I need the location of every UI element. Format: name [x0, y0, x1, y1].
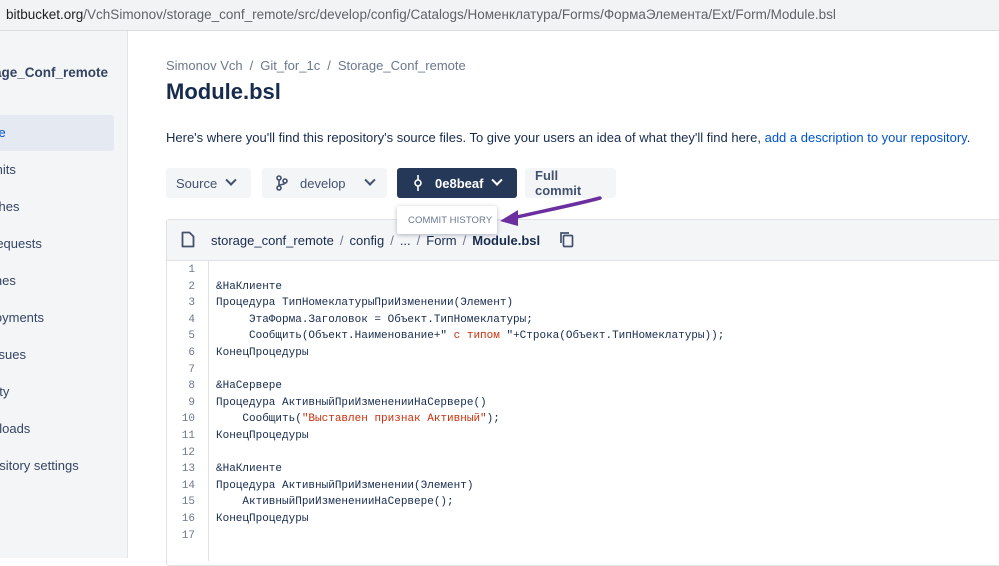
line-number-gutter: 1 2 3 4 5 6 7 8 9 10 11 12 13 14 15 16 17: [167, 261, 209, 561]
code-line: Процедура ТипНомеклатурыПриИзменении(Эле…: [216, 297, 514, 310]
chevron-down-icon: [225, 174, 237, 186]
breadcrumb-link-owner[interactable]: Simonov Vch: [166, 58, 243, 73]
code-line: Процедура АктивныйПриИзменении(Элемент): [216, 479, 474, 492]
line-number[interactable]: 17: [182, 530, 195, 542]
line-number[interactable]: 8: [188, 380, 195, 392]
code-line: Сообщить("Выставлен признак Активный");: [216, 413, 500, 426]
commit-history-tooltip[interactable]: COMMIT HISTORY: [397, 206, 497, 234]
line-number[interactable]: 1: [188, 264, 195, 276]
line-number[interactable]: 10: [182, 413, 195, 425]
sidebar-item-pipelines[interactable]: ines: [0, 263, 114, 299]
file-viewer: storage_conf_remote / config /... / Form / Modu…: [166, 219, 999, 566]
code-line: &НаКлиенте: [216, 463, 283, 476]
sidebar-item-issues[interactable]: ssues: [0, 337, 114, 373]
commit-icon: [413, 175, 423, 191]
chevron-down-icon: [491, 174, 504, 186]
copy-icon[interactable]: [559, 231, 574, 253]
path-segment[interactable]: config: [349, 233, 384, 248]
file-name: Module.bsl: [472, 233, 541, 248]
string-literal: "Выставлен признак Активный": [301, 413, 487, 426]
sidebar-repo-name[interactable]: age_Conf_remote: [0, 65, 108, 80]
path-segment[interactable]: Form: [426, 233, 456, 248]
path-segment[interactable]: storage_conf_remote: [211, 233, 334, 248]
sidebar-item-downloads[interactable]: nloads: [0, 411, 114, 447]
breadcrumb: Simonov Vch / Git_for_1c / Storage_Conf_remo…: [166, 58, 466, 73]
sidebar: age_Conf_remote ce mits ches requests in…: [0, 31, 128, 558]
line-number[interactable]: 11: [182, 430, 195, 442]
code-line: КонецПроцедуры: [216, 347, 309, 359]
add-description-link[interactable]: add a description to your repository: [765, 130, 967, 145]
line-number[interactable]: 3: [188, 297, 195, 309]
source-dropdown-button[interactable]: Source: [166, 168, 251, 198]
sidebar-item-branches[interactable]: ches: [0, 189, 114, 225]
page-title: Module.bsl: [166, 79, 281, 104]
breadcrumb-link-project[interactable]: Git_for_1c: [260, 58, 320, 73]
breadcrumb-separator: /: [327, 58, 331, 73]
line-number[interactable]: 12: [182, 447, 195, 459]
sidebar-item-repository-settings[interactable]: ository settings: [0, 448, 114, 484]
code-line: Сообщить(Объект.Наименование+" с типом "…: [216, 330, 725, 343]
sidebar-item-security[interactable]: rity: [0, 374, 114, 410]
chevron-down-icon: [363, 174, 376, 186]
path-segment[interactable]: ...: [400, 233, 411, 248]
line-number[interactable]: 2: [188, 281, 195, 293]
string-literal: с типом: [447, 330, 507, 343]
code-line: АктивныйПриИзмененииНаСервере();: [216, 496, 454, 509]
line-number[interactable]: 7: [188, 364, 195, 376]
code-line: Процедура АктивныйПриИзмененииНаСервере(…: [216, 396, 487, 409]
browser-address-bar[interactable]: bitbucket.org/VchSimonov/storage_conf_re…: [0, 0, 999, 31]
breadcrumb-separator: /: [249, 58, 254, 73]
code-line: ЭтаФорма.Заголовок = Объект.ТипНомеклату…: [216, 313, 533, 326]
branch-dropdown-button[interactable]: develop: [262, 168, 387, 198]
sidebar-item-deployments[interactable]: loyments: [0, 300, 114, 336]
line-number[interactable]: 9: [188, 397, 195, 409]
sidebar-item-commits[interactable]: mits: [0, 152, 114, 188]
file-icon: [181, 231, 195, 253]
sidebar-item-pull-requests[interactable]: requests: [0, 226, 114, 262]
line-number[interactable]: 5: [188, 330, 195, 342]
file-path-breadcrumb: storage_conf_remote / config /... / Form / Modu…: [211, 233, 541, 248]
line-number[interactable]: 6: [188, 347, 195, 359]
code-line: &НаКлиенте: [216, 280, 283, 293]
line-number[interactable]: 4: [188, 314, 195, 326]
sidebar-item-source[interactable]: ce: [0, 115, 114, 151]
breadcrumb-link-repo[interactable]: Storage_Conf_remote: [338, 58, 466, 73]
code-line: &НаСервере: [216, 380, 283, 393]
repo-description: Here's where you'll find this repository…: [166, 130, 971, 145]
line-number[interactable]: 16: [182, 513, 195, 525]
code-line: КонецПроцедуры: [216, 513, 309, 525]
url-text[interactable]: bitbucket.org/VchSimonov/storage_conf_re…: [6, 7, 836, 22]
line-number[interactable]: 13: [182, 463, 195, 475]
line-number[interactable]: 14: [182, 480, 195, 492]
annotation-arrow-icon: [500, 196, 602, 226]
branch-icon: [276, 175, 288, 191]
code-line: КонецПроцедуры: [216, 430, 309, 442]
line-number[interactable]: 15: [182, 496, 195, 508]
